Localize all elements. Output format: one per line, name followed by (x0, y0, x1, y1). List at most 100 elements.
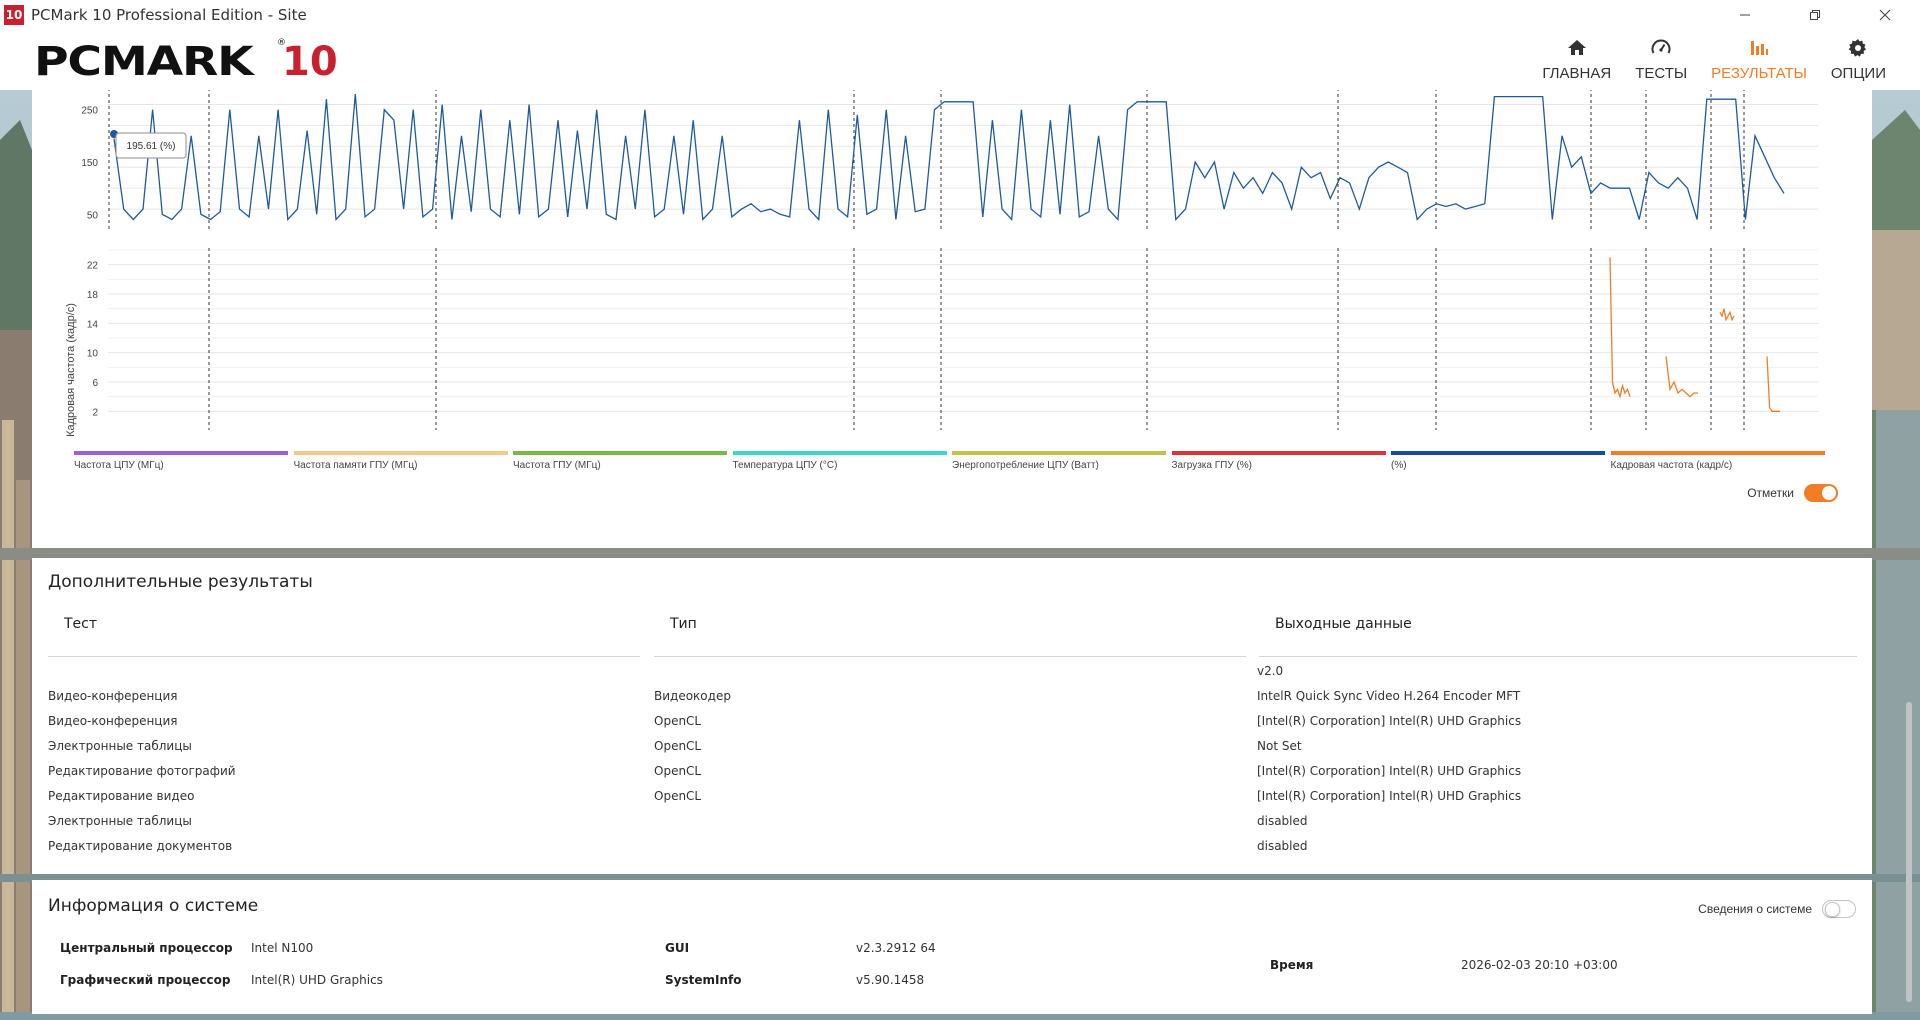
additional-results-panel: Дополнительные результаты Тест Тип Выход… (32, 558, 1872, 874)
bottom-chart-markers (208, 248, 1745, 430)
column-header-test: Тест (64, 616, 98, 632)
legend-color-bar (1171, 451, 1386, 455)
cell-test: Электронные таблицы (48, 814, 192, 828)
cell-test: Видео-конференция (48, 689, 178, 703)
cell-test: Редактирование документов (48, 839, 233, 853)
y-tick-label: 2 (92, 407, 98, 418)
system-details-toggle-label: Сведения о системе (1698, 902, 1812, 916)
marks-toggle: Отметки (1747, 484, 1838, 502)
title-bar: 10 PCMark 10 Professional Edition - Site (0, 0, 1920, 30)
legend-item[interactable]: Частота памяти ГПУ (МГц) (293, 451, 508, 471)
page-scrollbar[interactable] (1904, 90, 1914, 1020)
cell-output: [Intel(R) Corporation] Intel(R) UHD Grap… (1257, 764, 1522, 778)
gear-icon (1849, 39, 1867, 57)
y-tick-label: 14 (87, 319, 99, 330)
legend-color-bar (1391, 451, 1605, 455)
frame-rate-segment (1609, 257, 1631, 400)
legend-item[interactable]: Энергопотребление ЦПУ (Ватт) (952, 451, 1166, 471)
pcmark-logo: PCMARK ® 10 (34, 38, 338, 82)
legend-color-bar (732, 451, 947, 455)
cell-test: Редактирование фотографий (48, 764, 236, 778)
legend-item[interactable]: Кадровая частота (кадр/с) (1610, 451, 1825, 471)
cell-test: Видео-конференция (48, 714, 178, 728)
time-value: 2026-02-03 20:10 +03:00 (1461, 958, 1618, 972)
nav-results[interactable]: РЕЗУЛЬТАТЫ (1699, 30, 1819, 90)
column-header-type: Тип (670, 616, 697, 632)
gui-label: GUI (665, 941, 690, 955)
nav-options[interactable]: ОПЦИИ (1819, 30, 1898, 90)
legend-label: Температура ЦПУ (°С) (732, 460, 838, 471)
window-title: PCMark 10 Professional Edition - Site (31, 6, 307, 24)
cell-output: disabled (1257, 814, 1308, 828)
cell-test: Редактирование видео (48, 789, 195, 803)
legend-label: Частота памяти ГПУ (МГц) (293, 460, 418, 471)
toggle-knob (1822, 486, 1836, 500)
legend-label: Кадровая частота (кадр/с) (1610, 460, 1733, 471)
frame-rate-segment (1766, 356, 1780, 412)
y-tick-label: 6 (92, 378, 98, 389)
cell-type: OpenCL (654, 789, 702, 803)
home-icon (1567, 40, 1586, 55)
frame-rate-segment (1665, 356, 1698, 398)
y-tick-label: 50 (87, 210, 99, 221)
cell-output: Not Set (1257, 739, 1302, 753)
legend-color-bar (513, 451, 727, 455)
tooltip: 195.61 (%) (110, 130, 187, 159)
marks-toggle-switch[interactable] (1804, 484, 1838, 502)
gpu-label: Графический процессор (60, 973, 231, 987)
nav-tests[interactable]: ТЕСТЫ (1623, 30, 1699, 90)
results-version: v2.0 (1257, 664, 1284, 678)
y-tick-label: 10 (87, 349, 99, 360)
additional-results-title: Дополнительные результаты (48, 572, 313, 592)
cell-output: [Intel(R) Corporation] Intel(R) UHD Grap… (1257, 789, 1522, 803)
cell-type: Видеокодер (654, 689, 731, 703)
marks-toggle-label: Отметки (1747, 486, 1794, 500)
legend-item[interactable]: Частота ГПУ (МГц) (513, 451, 727, 471)
legend-item[interactable]: (%) (1391, 451, 1605, 471)
cell-type: OpenCL (654, 714, 702, 728)
app-icon: 10 (4, 5, 24, 25)
scrollbar-thumb[interactable] (1906, 702, 1912, 1002)
system-details-toggle-switch[interactable] (1822, 900, 1856, 918)
y-tick-label: 18 (87, 290, 99, 301)
cell-output: disabled (1257, 839, 1308, 853)
cpu-value: Intel N100 (251, 941, 314, 955)
frame-rate-segment (1719, 308, 1735, 322)
y-tick-label: 22 (87, 261, 99, 272)
legend-item[interactable]: Частота ЦПУ (МГц) (74, 451, 288, 471)
monitoring-chart-panel: 50 150 250 2 6 10 14 18 22 Кадровая частота (ка… (32, 90, 1872, 548)
bottom-chart-series (1609, 257, 1780, 412)
legend-color-bar (293, 451, 508, 455)
legend-label: Частота ГПУ (МГц) (513, 460, 601, 471)
y-tick-label: 250 (81, 106, 98, 117)
legend-label: Загрузка ГПУ (%) (1171, 460, 1253, 471)
restore-button[interactable] (1780, 0, 1850, 30)
y-tick-label: 150 (81, 158, 98, 169)
legend-color-bar (74, 451, 288, 455)
legend-item[interactable]: Загрузка ГПУ (%) (1171, 451, 1386, 471)
logo-text: PCMARK (34, 39, 254, 85)
close-button[interactable] (1850, 0, 1920, 30)
gauge-icon (1651, 39, 1671, 54)
bar-chart-icon (1751, 41, 1769, 55)
system-details-toggle: Сведения о системе (1698, 900, 1856, 918)
legend-label: (%) (1391, 460, 1407, 471)
bottom-chart-y-ticks: 2 6 10 14 18 22 (87, 261, 99, 419)
time-label: Время (1270, 958, 1314, 972)
monitoring-charts: 50 150 250 2 6 10 14 18 22 Кадровая частота (ка… (65, 90, 1818, 437)
nav-home[interactable]: ГЛАВНАЯ (1530, 30, 1623, 90)
nav-home-label: ГЛАВНАЯ (1542, 65, 1612, 82)
column-divider (48, 656, 640, 657)
top-chart-series-line (113, 93, 1785, 222)
minimize-button[interactable] (1710, 0, 1780, 30)
legend-color-bar (1610, 451, 1825, 455)
gpu-value: Intel(R) UHD Graphics (251, 973, 383, 987)
system-info-panel: Информация о системе Сведения о системе … (32, 880, 1872, 1014)
cpu-label: Центральный процессор (60, 941, 233, 955)
column-divider (1259, 656, 1857, 657)
cell-test: Электронные таблицы (48, 739, 192, 753)
legend-item[interactable]: Температура ЦПУ (°С) (732, 451, 947, 471)
window-controls (1710, 0, 1920, 30)
cell-type: OpenCL (654, 764, 702, 778)
legend-label: Энергопотребление ЦПУ (Ватт) (952, 460, 1099, 471)
